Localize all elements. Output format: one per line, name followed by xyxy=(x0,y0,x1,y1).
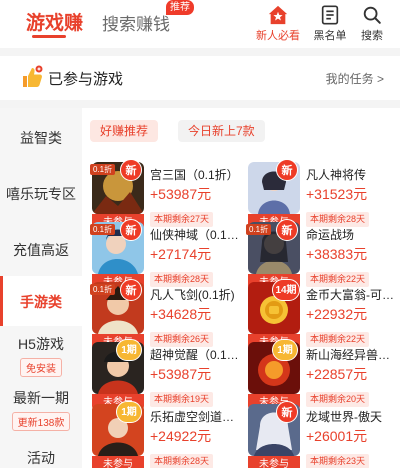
period-badge: 14期 xyxy=(272,279,300,301)
game-reward: +34628元 xyxy=(150,306,212,322)
sidebar-item-label: 嘻乐玩专区 xyxy=(6,186,76,202)
recommend-badge: 推荐 xyxy=(166,0,194,15)
game-reward: +53987元 xyxy=(150,186,212,202)
game-name: 凡人神将传 xyxy=(306,168,367,182)
period-badge: 1期 xyxy=(116,401,142,423)
sidebar-item-label: 活动 xyxy=(27,450,55,466)
joined-games-row[interactable]: 已参与游戏 我的任务 > xyxy=(0,56,400,100)
discount-tag: 0.1折 xyxy=(90,164,116,175)
game-name: 金币大富翁-可… xyxy=(306,288,394,302)
game-name: 仙侠神域（0.1折） xyxy=(150,228,240,242)
new-badge: 新 xyxy=(276,219,298,241)
search-icon xyxy=(363,6,381,24)
game-card[interactable]: 新 未参与 龙域世界-傲天 +26001元 本期剩余23天 xyxy=(242,401,394,468)
newbie-guide-button[interactable]: 新人必看 xyxy=(256,4,300,44)
no-install-pill: 免安装 xyxy=(20,358,62,377)
active-indicator xyxy=(0,276,3,326)
joined-games-title: 已参与游戏 xyxy=(48,71,124,88)
discount-tag: 0.1折 xyxy=(90,224,116,235)
new-badge: 新 xyxy=(120,159,142,181)
sidebar-item-puzzle[interactable]: 益智类 xyxy=(0,108,82,164)
discount-tag: 0.1折 xyxy=(90,284,116,295)
game-reward: +27174元 xyxy=(150,246,212,262)
game-name: 龙域世界-傲天 xyxy=(306,410,382,424)
filter-today-new[interactable]: 今日新上7款 xyxy=(178,120,265,142)
sidebar-item-label: 最新一期 xyxy=(13,390,69,406)
new-badge: 新 xyxy=(276,159,298,181)
top-header: 游戏赚 搜索赚钱 推荐 新人必看 黑名单 搜索 xyxy=(0,0,400,48)
sidebar-item-events[interactable]: 活动 xyxy=(0,448,82,468)
sidebar-item-label: H5游戏 xyxy=(18,336,64,352)
game-reward: +53987元 xyxy=(150,366,212,382)
new-badge: 新 xyxy=(276,401,298,423)
filter-hot-recommend[interactable]: 好赚推荐 xyxy=(90,120,159,142)
list-icon xyxy=(321,5,339,25)
my-tasks-link[interactable]: 我的任务 > xyxy=(326,70,384,87)
category-sidebar: 益智类 嘻乐玩专区 充值高返 手游类 H5游戏 免安装 最新一期 更新138款 … xyxy=(0,108,82,468)
game-name: 乐拓虚空剑道… xyxy=(150,410,235,424)
discount-tag: 0.1折 xyxy=(246,224,272,235)
blacklist-label: 黑名单 xyxy=(313,30,347,42)
active-tab-indicator xyxy=(32,35,66,38)
game-reward: +38383元 xyxy=(306,246,368,262)
game-reward: +26001元 xyxy=(306,428,368,444)
blacklist-button[interactable]: 黑名单 xyxy=(308,4,352,44)
sidebar-item-mobile-games[interactable]: 手游类 xyxy=(0,276,82,326)
thumbs-up-icon xyxy=(23,65,43,87)
game-name: 凡人飞剑(0.1折) xyxy=(150,288,235,302)
remaining-days: 本期剩余23天 xyxy=(306,454,370,468)
update-count-pill: 更新138款 xyxy=(11,412,71,431)
game-name: 命运战场 xyxy=(306,228,355,242)
divider xyxy=(0,48,400,56)
status-label: 未参与 xyxy=(92,456,144,468)
sidebar-item-label: 手游类 xyxy=(20,294,62,310)
house-star-icon xyxy=(268,5,288,25)
remaining-days: 本期剩余28天 xyxy=(150,454,214,468)
game-name: 宫三国（0.1折） xyxy=(150,168,239,182)
game-reward: +24922元 xyxy=(150,428,212,444)
game-reward: +22857元 xyxy=(306,366,368,382)
game-reward: +31523元 xyxy=(306,186,368,202)
sidebar-item-recharge[interactable]: 充值高返 xyxy=(0,220,82,276)
new-badge: 新 xyxy=(120,219,142,241)
status-label: 未参与 xyxy=(248,456,300,468)
period-badge: 1期 xyxy=(272,339,298,361)
game-name: 超神觉醒（0.1… xyxy=(150,348,239,362)
game-card[interactable]: 1期 未参与 乐拓虚空剑道… +24922元 本期剩余28天 xyxy=(86,401,238,468)
tab-search-earn[interactable]: 搜索赚钱 xyxy=(102,10,170,35)
search-label: 搜索 xyxy=(361,30,383,42)
game-name: 新山海经异兽… xyxy=(306,348,391,362)
search-button[interactable]: 搜索 xyxy=(350,4,394,44)
game-list: 好赚推荐 今日新上7款 0.1折 新 未参与 宫三国（0.1折） +53987元… xyxy=(82,108,400,468)
game-reward: +22932元 xyxy=(306,306,368,322)
sidebar-item-label: 益智类 xyxy=(20,130,62,146)
new-badge: 新 xyxy=(120,279,142,301)
sidebar-item-latest[interactable]: 最新一期 更新138款 xyxy=(0,388,82,436)
period-badge: 1期 xyxy=(116,339,142,361)
sidebar-item-xilewan[interactable]: 嘻乐玩专区 xyxy=(0,164,82,220)
sidebar-item-label: 充值高返 xyxy=(13,242,69,258)
tab-game-earn[interactable]: 游戏赚 xyxy=(26,8,83,35)
newbie-guide-label: 新人必看 xyxy=(256,30,300,42)
divider xyxy=(0,100,400,108)
sidebar-item-h5[interactable]: H5游戏 免安装 xyxy=(0,334,82,382)
